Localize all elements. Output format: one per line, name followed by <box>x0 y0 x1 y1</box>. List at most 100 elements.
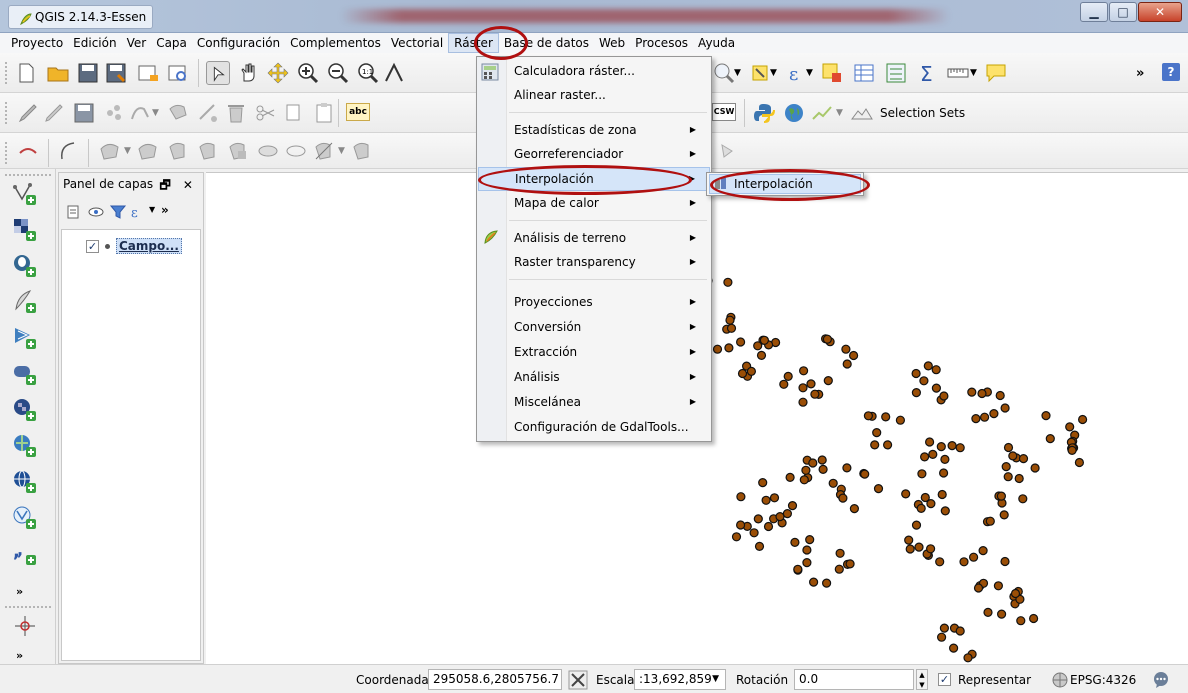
add-wfs-layer-icon[interactable] <box>12 469 38 495</box>
menu-item-raster-calculator[interactable]: Calculadora ráster... <box>478 59 710 83</box>
menu-item-interpolation[interactable]: Interpolación ▶ <box>478 167 710 191</box>
menu-edicion[interactable]: Edición <box>68 33 121 53</box>
split-parts-icon[interactable] <box>350 139 374 163</box>
pan-map-select-icon[interactable] <box>206 61 230 85</box>
save-project-icon[interactable] <box>76 61 100 85</box>
current-edits-icon[interactable] <box>16 101 40 125</box>
fill-ring-icon[interactable] <box>166 139 190 163</box>
toolbar-grip[interactable] <box>4 605 52 608</box>
profile-graph-icon[interactable] <box>810 101 834 125</box>
label-abc-icon[interactable]: abc <box>346 103 370 121</box>
render-checkbox[interactable]: ✓ <box>938 673 951 686</box>
toolbar-overflow-icon[interactable]: » <box>1136 66 1144 82</box>
menu-vectorial[interactable]: Vectorial <box>386 33 448 53</box>
menu-item-projections[interactable]: Proyecciones ▶ <box>478 290 710 314</box>
rotation-spinner[interactable]: ▲ ▼ <box>916 669 928 690</box>
toolbar-overflow-icon[interactable]: » <box>161 203 169 217</box>
deselect-all-icon[interactable] <box>820 61 844 85</box>
toolbar-grip[interactable] <box>4 173 52 176</box>
attribute-table-icon[interactable] <box>852 61 876 85</box>
menu-item-heatmap[interactable]: Mapa de calor ▶ <box>478 191 710 215</box>
add-postgis-layer-icon[interactable] <box>12 253 38 279</box>
zoom-full-icon[interactable] <box>382 61 406 85</box>
menu-item-align-raster[interactable]: Alinear raster... <box>478 83 710 107</box>
rotate-point-symbols-icon[interactable] <box>718 139 742 163</box>
menu-item-terrain-analysis[interactable]: Análisis de terreno ▶ <box>478 226 710 250</box>
toolbar-grip[interactable] <box>4 101 8 125</box>
csw-icon[interactable]: CSW <box>712 103 736 121</box>
toolbar-overflow-icon[interactable]: » <box>16 585 23 598</box>
menu-item-extraction[interactable]: Extracción ▶ <box>478 340 710 364</box>
filter-icon[interactable] <box>109 203 127 221</box>
paste-features-icon[interactable] <box>312 101 336 125</box>
pan-hand-icon[interactable] <box>236 61 260 85</box>
dropdown-arrow-icon[interactable]: ▼ <box>149 205 155 214</box>
add-raster-layer-icon[interactable] <box>12 217 38 243</box>
menu-ver[interactable]: Ver <box>122 33 152 53</box>
filter-expression-icon[interactable]: ε <box>129 203 147 221</box>
coordinate-field[interactable]: 295058.6,2805756.7 <box>428 669 562 690</box>
crs-globe-icon[interactable] <box>1052 672 1068 688</box>
panel-float-close-controls[interactable]: 🗗 ✕ <box>159 176 197 197</box>
dropdown-arrow-icon[interactable]: ▼ <box>124 143 131 159</box>
move-feature-icon[interactable] <box>166 101 190 125</box>
add-vector-layer-icon[interactable] <box>12 181 38 207</box>
composer-manager-icon[interactable] <box>166 61 190 85</box>
menu-item-gdaltools-settings[interactable]: Configuración de GdalTools... <box>478 415 710 439</box>
save-as-icon[interactable] <box>104 61 128 85</box>
measure-icon[interactable] <box>946 61 970 85</box>
add-spatialite-layer-icon[interactable] <box>12 289 38 315</box>
scale-combo[interactable]: :13,692,859 ▼ <box>634 669 726 690</box>
visibility-eye-icon[interactable] <box>87 203 105 221</box>
digitize-curve-icon[interactable] <box>56 139 80 163</box>
field-calculator-icon[interactable] <box>884 61 908 85</box>
menu-procesos[interactable]: Procesos <box>630 33 693 53</box>
menu-item-raster-transparency[interactable]: Raster transparency ▶ <box>478 250 710 274</box>
toolbar-grip[interactable] <box>4 141 8 165</box>
dropdown-arrow-icon[interactable]: ▼ <box>712 670 719 689</box>
menu-complementos[interactable]: Complementos <box>285 33 386 53</box>
add-group-icon[interactable] <box>65 203 83 221</box>
delete-part-icon[interactable] <box>226 139 250 163</box>
zoom-out-icon[interactable] <box>326 61 350 85</box>
add-wms-layer-icon[interactable] <box>12 397 38 423</box>
new-print-composer-icon[interactable] <box>136 61 160 85</box>
node-tool-icon[interactable] <box>196 101 220 125</box>
minimize-button[interactable]: ▁ <box>1080 2 1108 22</box>
add-ring-icon[interactable] <box>98 139 122 163</box>
dropdown-arrow-icon[interactable]: ▼ <box>152 105 159 121</box>
zoom-native-icon[interactable]: 1:1 <box>356 61 380 85</box>
toolbar-overflow-icon[interactable]: » <box>16 649 23 662</box>
coordinate-capture-icon[interactable] <box>12 613 38 639</box>
menu-item-miscellaneous[interactable]: Miscelánea ▶ <box>478 390 710 414</box>
add-point-icon[interactable] <box>102 101 126 125</box>
layer-name[interactable]: Campo... <box>116 238 182 254</box>
globe-icon[interactable] <box>782 101 806 125</box>
dropdown-arrow-icon[interactable]: ▼ <box>770 65 777 81</box>
select-features-icon[interactable] <box>712 61 736 85</box>
gps-icon[interactable] <box>16 139 40 163</box>
delete-ring-icon[interactable] <box>196 139 220 163</box>
menu-web[interactable]: Web <box>594 33 630 53</box>
delete-selected-icon[interactable] <box>224 101 248 125</box>
dropdown-arrow-icon[interactable]: ▼ <box>836 105 843 121</box>
rotation-field[interactable]: 0.0 <box>794 669 914 690</box>
map-tips-icon[interactable] <box>984 61 1008 85</box>
add-mssql-layer-icon[interactable] <box>12 325 38 351</box>
copy-features-icon[interactable] <box>282 101 306 125</box>
menu-proyecto[interactable]: Proyecto <box>6 33 68 53</box>
help-icon[interactable]: ? <box>1162 63 1180 81</box>
layer-row-campo[interactable]: ✓ Campo... <box>86 236 182 256</box>
menu-configuracion[interactable]: Configuración <box>192 33 285 53</box>
terrain-icon[interactable] <box>850 101 874 125</box>
crs-label[interactable]: EPSG:4326 <box>1070 672 1136 688</box>
cut-features-icon[interactable] <box>254 101 278 125</box>
menu-item-conversion[interactable]: Conversión ▶ <box>478 315 710 339</box>
layer-visibility-checkbox[interactable]: ✓ <box>86 239 99 253</box>
maximize-button[interactable]: □ <box>1109 2 1137 22</box>
expression-epsilon-icon[interactable]: ε <box>784 61 808 85</box>
add-line-icon[interactable] <box>128 101 152 125</box>
close-button[interactable]: ✕ <box>1138 2 1182 22</box>
dropdown-arrow-icon[interactable]: ▼ <box>806 65 813 81</box>
select-by-expression-icon[interactable] <box>748 61 772 85</box>
